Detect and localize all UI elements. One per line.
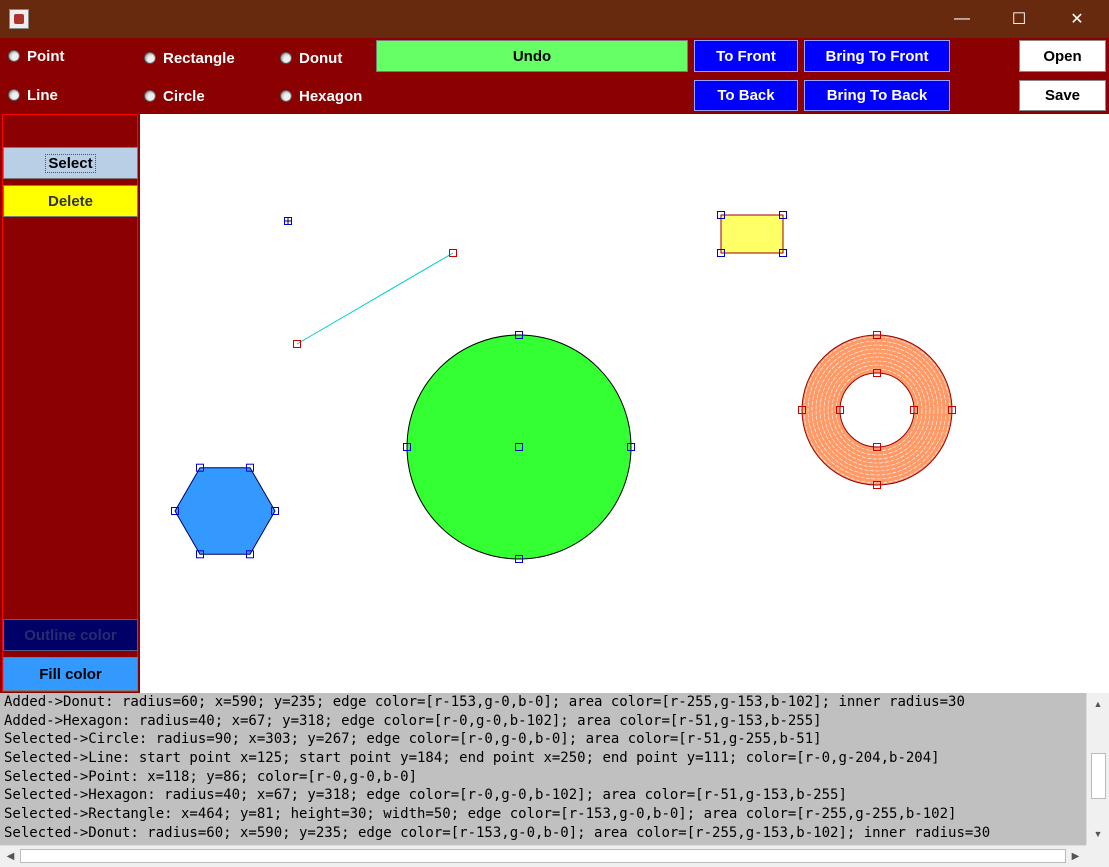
app-icon	[9, 9, 29, 29]
undo-button[interactable]: Undo	[376, 40, 688, 72]
vertical-scroll-thumb[interactable]	[1091, 753, 1106, 799]
open-button[interactable]: Open	[1019, 40, 1106, 72]
rectangle-shape[interactable]	[720, 214, 784, 254]
hexagon-shape[interactable]	[174, 467, 276, 555]
log-line: Selected->Circle: radius=90; x=303; y=26…	[4, 731, 822, 748]
radio-circle-icon	[144, 52, 156, 64]
log-line: Selected->Donut: radius=60; x=590; y=235…	[4, 824, 991, 841]
title-bar: — ☐ ✕	[0, 0, 1109, 38]
radio-donut[interactable]: Donut	[280, 47, 342, 69]
radio-hexagon[interactable]: Hexagon	[280, 85, 362, 107]
minimize-button[interactable]: —	[939, 0, 985, 38]
radio-circle-icon	[280, 52, 292, 64]
horizontal-scroll-thumb[interactable]	[20, 849, 1066, 863]
radio-label: Rectangle	[163, 49, 235, 67]
save-button[interactable]: Save	[1019, 80, 1106, 111]
drawing-canvas[interactable]	[140, 114, 1109, 693]
log-line: Selected->Line: start point x=125; start…	[4, 750, 940, 767]
log-line: Added->Hexagon: radius=40; x=67; y=318; …	[4, 712, 822, 729]
to-back-button[interactable]: To Back	[694, 80, 798, 111]
radio-line[interactable]: Line	[8, 84, 58, 106]
log-area[interactable]: Added->Donut: radius=60; x=590; y=235; e…	[0, 693, 1086, 845]
donut-shape[interactable]	[802, 335, 952, 485]
bring-to-back-button[interactable]: Bring To Back	[804, 80, 950, 111]
circle-shape[interactable]	[406, 334, 632, 560]
log-line: Added->Donut: radius=60; x=590; y=235; e…	[4, 694, 965, 710]
radio-rectangle[interactable]: Rectangle	[144, 47, 235, 69]
vertical-scrollbar[interactable]: ▲ ▼	[1086, 693, 1109, 845]
delete-button[interactable]: Delete	[3, 185, 138, 217]
log-line: Selected->Hexagon: radius=40; x=67; y=31…	[4, 787, 847, 804]
radio-circle[interactable]: Circle	[144, 85, 205, 107]
scroll-left-icon[interactable]: ◀	[2, 848, 19, 865]
log-line: Selected->Rectangle: x=464; y=81; height…	[4, 806, 957, 823]
fill-color-button[interactable]: Fill color	[3, 657, 138, 691]
bring-to-front-button[interactable]: Bring To Front	[804, 40, 950, 72]
scroll-up-icon[interactable]: ▲	[1087, 695, 1109, 712]
radio-label: Line	[27, 86, 58, 104]
select-button[interactable]: Select	[3, 147, 138, 179]
donut-inner-edge[interactable]	[839, 372, 915, 448]
to-front-button[interactable]: To Front	[694, 40, 798, 72]
radio-circle-icon	[144, 90, 156, 102]
radio-circle-icon	[280, 90, 292, 102]
scroll-right-icon[interactable]: ▶	[1067, 848, 1084, 865]
radio-circle-icon	[8, 89, 20, 101]
outline-color-button[interactable]: Outline color	[3, 619, 138, 651]
canvas-svg[interactable]	[140, 114, 1109, 693]
radio-circle-icon	[8, 50, 20, 62]
horizontal-scrollbar[interactable]: ◀ ▶	[0, 845, 1086, 867]
radio-label: Point	[27, 47, 65, 65]
radio-point[interactable]: Point	[8, 45, 65, 67]
scroll-corner	[1086, 845, 1109, 867]
radio-label: Circle	[163, 87, 205, 105]
maximize-button[interactable]: ☐	[996, 0, 1042, 38]
line-shape[interactable]	[296, 252, 454, 345]
log-line: Selected->Point: x=118; y=86; color=[r-0…	[4, 768, 418, 785]
radio-label: Donut	[299, 49, 343, 67]
radio-label: Hexagon	[299, 87, 363, 105]
close-button[interactable]: ✕	[1054, 0, 1100, 38]
scroll-down-icon[interactable]: ▼	[1087, 825, 1109, 842]
select-label: Select	[45, 153, 96, 173]
